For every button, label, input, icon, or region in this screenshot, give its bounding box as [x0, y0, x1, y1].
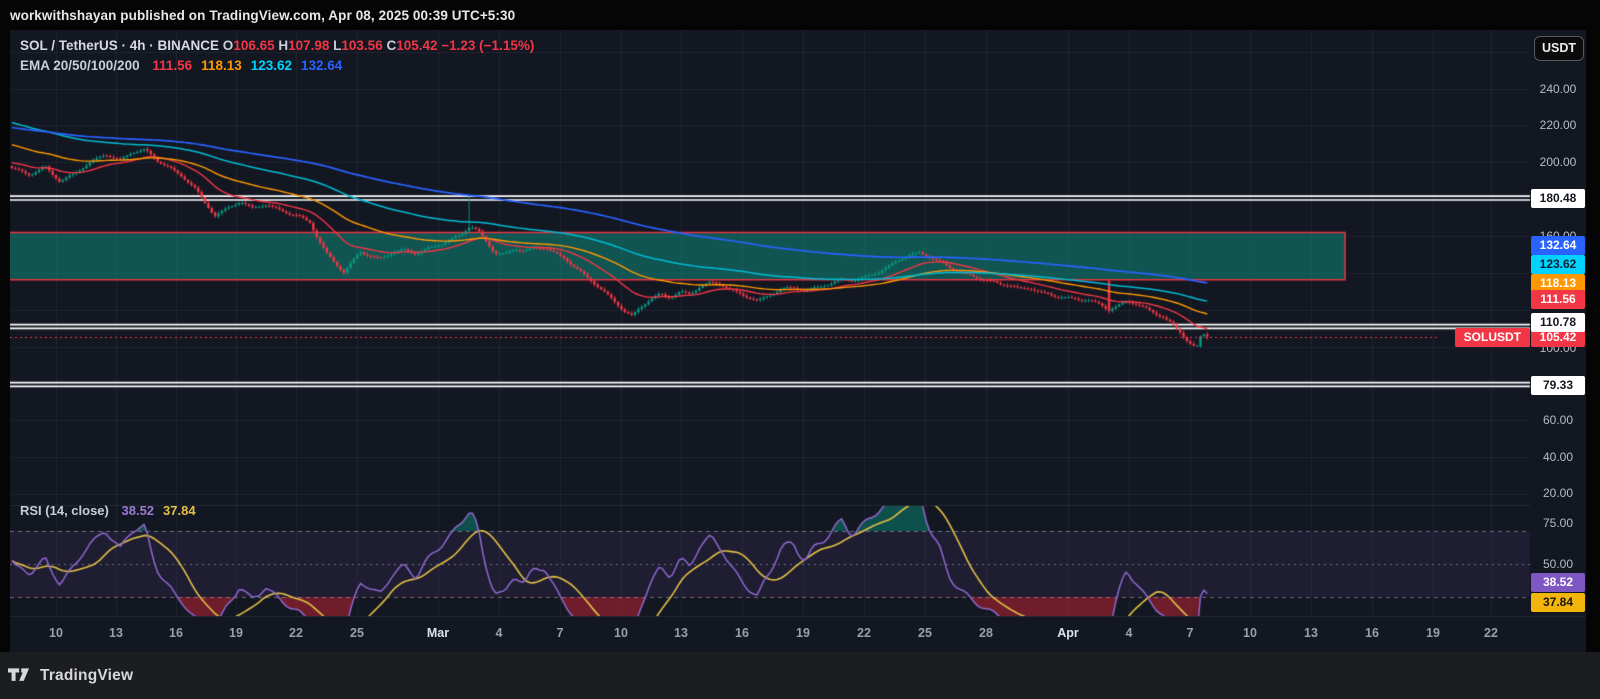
ohlc-label: H [275, 38, 289, 53]
ema-title: EMA 20/50/100/200 [20, 58, 140, 73]
currency-toggle-button[interactable]: USDT [1534, 36, 1584, 61]
time-axis-label: 13 [109, 626, 123, 640]
ema-value: 111.56 [152, 58, 192, 73]
time-axis-label: 16 [735, 626, 749, 640]
ohlc-label: O [223, 38, 234, 53]
ohlc-value: 107.98 [288, 38, 329, 53]
time-axis-label: 22 [1484, 626, 1498, 640]
ema-legend[interactable]: EMA 20/50/100/200 111.56 118.13 123.62 132.… [20, 58, 342, 73]
time-axis-label: 25 [918, 626, 932, 640]
price-axis-badge: 180.48 [1531, 189, 1585, 208]
chart-area: SOL / TetherUS · 4h · BINANCE O106.65 H1… [10, 30, 1586, 652]
rsi-value: 37.84 [163, 503, 196, 518]
symbol-legend[interactable]: SOL / TetherUS · 4h · BINANCE O106.65 H1… [20, 38, 534, 53]
time-axis-label: 4 [496, 626, 503, 640]
change-value: −1.23 (−1.15%) [441, 38, 534, 53]
price-axis-badge: 110.78 [1531, 313, 1585, 332]
ohlc-value: 106.65 [233, 38, 274, 53]
time-axis-label: 16 [1365, 626, 1379, 640]
time-axis-label: 19 [796, 626, 810, 640]
tradingview-logo-icon[interactable] [8, 668, 33, 683]
price-axis-tick: 75.00 [1530, 516, 1586, 530]
ohlc-value: 105.42 [396, 38, 437, 53]
rsi-legend[interactable]: RSI (14, close) 38.52 37.84 [20, 503, 196, 518]
ohlc-label: C [383, 38, 397, 53]
last-price-symbol-tag: SOLUSDT [1455, 328, 1530, 347]
tradingview-brand[interactable]: TradingView [40, 667, 133, 685]
price-axis-badge: 123.62 [1531, 255, 1585, 274]
price-chart-canvas[interactable] [10, 30, 1586, 652]
price-axis-badge: 37.84 [1531, 593, 1585, 612]
time-axis-label: 10 [49, 626, 63, 640]
time-axis-label: 7 [557, 626, 564, 640]
time-axis-label: 19 [1426, 626, 1440, 640]
footer-bar: TradingView [0, 652, 1600, 699]
time-axis-label: 13 [1304, 626, 1318, 640]
price-axis-tick: 40.00 [1530, 450, 1586, 464]
time-axis-label: 4 [1126, 626, 1133, 640]
ema-value: 132.64 [301, 58, 342, 73]
price-axis-tick: 200.00 [1530, 155, 1586, 169]
publish-header: workwithshayan published on TradingView.… [10, 0, 515, 30]
time-axis-label: Apr [1057, 626, 1079, 640]
time-axis-label: Mar [427, 626, 449, 640]
time-axis-label: 22 [857, 626, 871, 640]
price-axis-badge: 132.64 [1531, 236, 1585, 255]
time-axis-label: 10 [1243, 626, 1257, 640]
ohlc-values: O106.65 H107.98 L103.56 C105.42 [223, 38, 438, 53]
price-axis-badge: 38.52 [1531, 573, 1585, 592]
price-axis-tick: 220.00 [1530, 118, 1586, 132]
symbol-title: SOL / TetherUS · 4h · BINANCE [20, 38, 219, 53]
time-axis-label: 13 [674, 626, 688, 640]
ema-value: 123.62 [251, 58, 292, 73]
time-axis-label: 10 [614, 626, 628, 640]
price-axis-badge: 79.33 [1531, 376, 1585, 395]
ohlc-label: L [329, 38, 341, 53]
rsi-title: RSI (14, close) [20, 503, 109, 518]
time-axis-label: 16 [169, 626, 183, 640]
time-axis-label: 25 [350, 626, 364, 640]
price-axis-tick: 20.00 [1530, 486, 1586, 500]
price-axis-tick: 50.00 [1530, 557, 1586, 571]
price-axis-tick: 60.00 [1530, 413, 1586, 427]
time-axis-label: 22 [289, 626, 303, 640]
rsi-values: 38.52 37.84 [113, 503, 196, 518]
price-axis-tick: 240.00 [1530, 82, 1586, 96]
time-axis-label: 7 [1187, 626, 1194, 640]
time-axis-label: 19 [229, 626, 243, 640]
ema-value: 118.13 [201, 58, 242, 73]
rsi-value: 38.52 [122, 503, 155, 518]
tradingview-published-chart: workwithshayan published on TradingView.… [0, 0, 1600, 699]
ohlc-value: 103.56 [341, 38, 382, 53]
price-axis-badge: 111.56 [1531, 290, 1585, 309]
time-axis-label: 28 [979, 626, 993, 640]
ema-values: 111.56 118.13 123.62 132.64 [143, 58, 342, 73]
